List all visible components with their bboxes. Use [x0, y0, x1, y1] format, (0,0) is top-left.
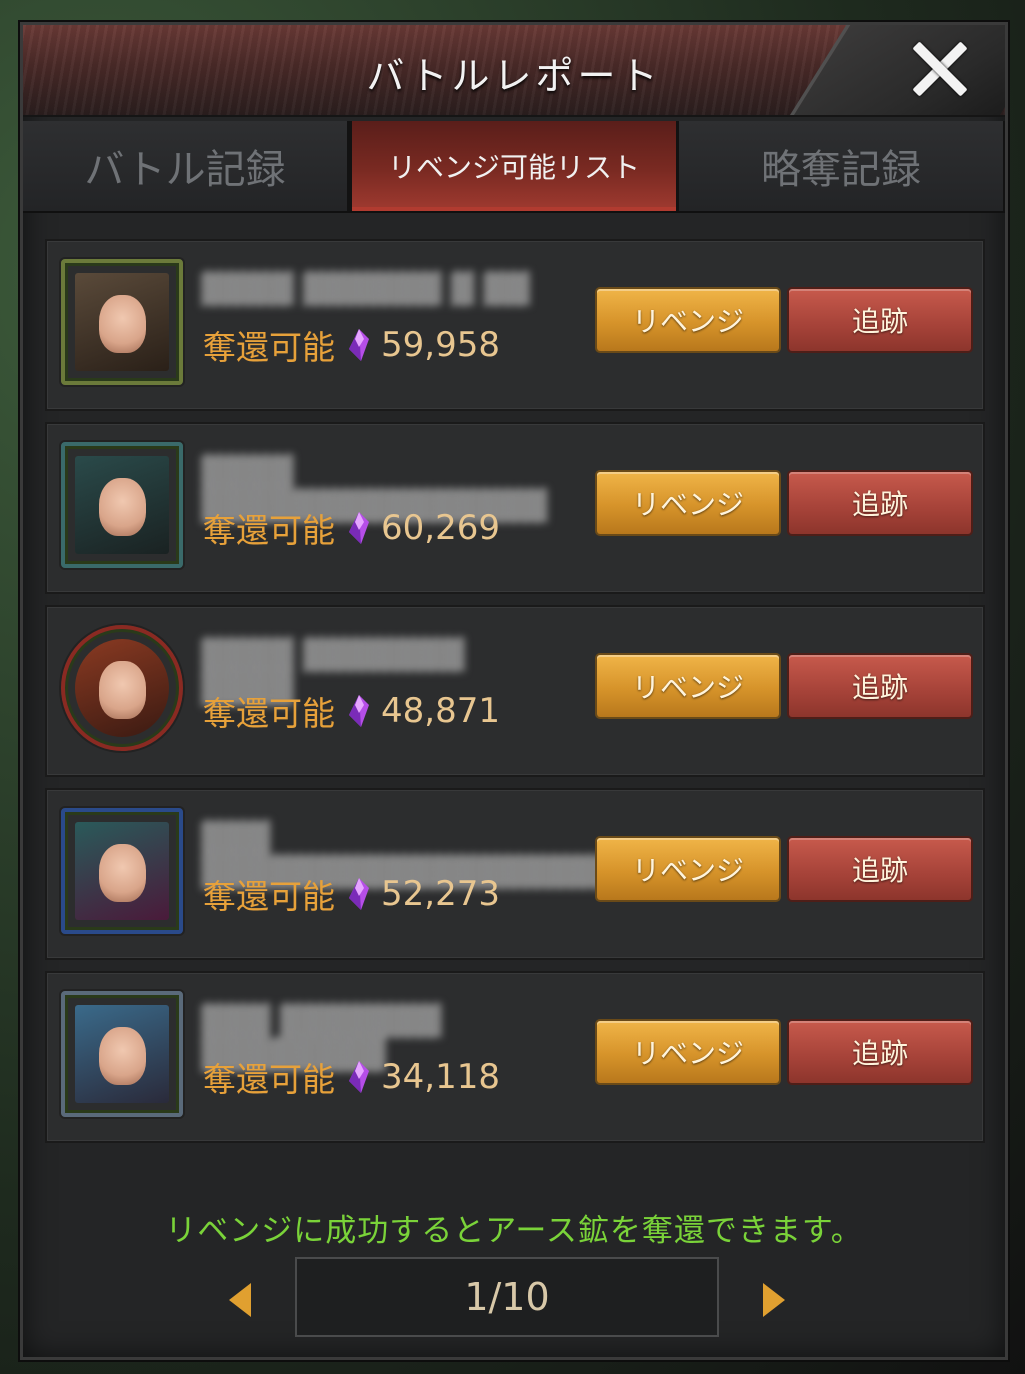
- track-button[interactable]: 追跡: [789, 472, 971, 534]
- avatar[interactable]: [61, 442, 183, 568]
- avatar[interactable]: [61, 259, 183, 385]
- battle-report-window: バトルレポート バトル記録 リベンジ可能リスト 略奪記録 ▓▓▓▓ ▓▓▓▓▓▓…: [20, 22, 1008, 1360]
- recoverable-amount: 奪還可能 48,871: [203, 687, 500, 735]
- tab-plunder-records[interactable]: 略奪記録: [679, 121, 1005, 211]
- page-indicator: 1/10: [295, 1257, 719, 1337]
- track-button[interactable]: 追跡: [789, 838, 971, 900]
- list-item: ▓▓▓ ▓▓▓▓▓▓▓▓▓▓▓▓▓▓▓▓▓▓▓▓ 奪還可能 52,273 リベンジ…: [45, 788, 985, 960]
- purple-crystal-icon: [345, 510, 371, 546]
- revenge-list: ▓▓▓▓ ▓▓▓▓▓▓ ▓ ▓▓ 奪還可能 59,958 リベンジ 追跡 ▓▓▓…: [45, 239, 985, 1154]
- avatar[interactable]: [61, 808, 183, 934]
- purple-crystal-icon: [345, 327, 371, 363]
- pagination: 1/10: [23, 1257, 1005, 1339]
- tab-revenge-list[interactable]: リベンジ可能リスト: [349, 121, 679, 211]
- track-button[interactable]: 追跡: [789, 1021, 971, 1083]
- recoverable-value: 34,118: [381, 1057, 500, 1097]
- revenge-button[interactable]: リベンジ: [597, 655, 779, 717]
- recoverable-label: 奪還可能: [203, 511, 335, 550]
- tab-battle-records[interactable]: バトル記録: [23, 121, 349, 211]
- recoverable-label: 奪還可能: [203, 877, 335, 916]
- triangle-right-icon[interactable]: [763, 1283, 785, 1317]
- avatar[interactable]: [61, 991, 183, 1117]
- recoverable-label: 奪還可能: [203, 1060, 335, 1099]
- recoverable-value: 60,269: [381, 508, 500, 548]
- recoverable-value: 48,871: [381, 691, 500, 731]
- recoverable-value: 59,958: [381, 325, 500, 365]
- tab-bar: バトル記録 リベンジ可能リスト 略奪記録: [23, 121, 1005, 213]
- purple-crystal-icon: [345, 876, 371, 912]
- list-item: ▓▓▓▓ ▓▓▓▓▓▓ ▓ ▓▓ 奪還可能 59,958 リベンジ 追跡: [45, 239, 985, 411]
- recoverable-amount: 奪還可能 59,958: [203, 321, 500, 369]
- recoverable-amount: 奪還可能 52,273: [203, 870, 500, 918]
- revenge-button[interactable]: リベンジ: [597, 1021, 779, 1083]
- recoverable-value: 52,273: [381, 874, 500, 914]
- close-icon[interactable]: [909, 39, 969, 99]
- title-bar: バトルレポート: [23, 25, 1005, 117]
- recoverable-amount: 奪還可能 34,118: [203, 1053, 500, 1101]
- list-item: ▓▓▓ ▓▓▓▓▓▓▓ ▓▓▓▓▓▓▓▓ 奪還可能 34,118 リベンジ 追跡: [45, 971, 985, 1143]
- list-item: ▓▓▓▓ ▓▓▓▓▓▓▓ ▓▓▓▓ 奪還可能 48,871 リベンジ 追跡: [45, 605, 985, 777]
- recoverable-label: 奪還可能: [203, 694, 335, 733]
- track-button[interactable]: 追跡: [789, 655, 971, 717]
- track-button[interactable]: 追跡: [789, 289, 971, 351]
- revenge-hint-text: リベンジに成功するとアース鉱を奪還できます。: [165, 1213, 863, 1249]
- list-item: ▓▓▓▓ ▓▓▓▓▓▓▓▓▓▓▓▓▓▓▓ 奪還可能 60,269 リベンジ 追跡: [45, 422, 985, 594]
- purple-crystal-icon: [345, 693, 371, 729]
- triangle-left-icon[interactable]: [229, 1283, 251, 1317]
- player-name-redacted: ▓▓▓▓ ▓▓▓▓▓▓ ▓ ▓▓: [201, 272, 530, 307]
- recoverable-label: 奪還可能: [203, 328, 335, 367]
- purple-crystal-icon: [345, 1059, 371, 1095]
- revenge-button[interactable]: リベンジ: [597, 472, 779, 534]
- revenge-button[interactable]: リベンジ: [597, 838, 779, 900]
- recoverable-amount: 奪還可能 60,269: [203, 504, 500, 552]
- avatar[interactable]: [61, 625, 183, 751]
- revenge-button[interactable]: リベンジ: [597, 289, 779, 351]
- window-title: バトルレポート: [366, 54, 662, 98]
